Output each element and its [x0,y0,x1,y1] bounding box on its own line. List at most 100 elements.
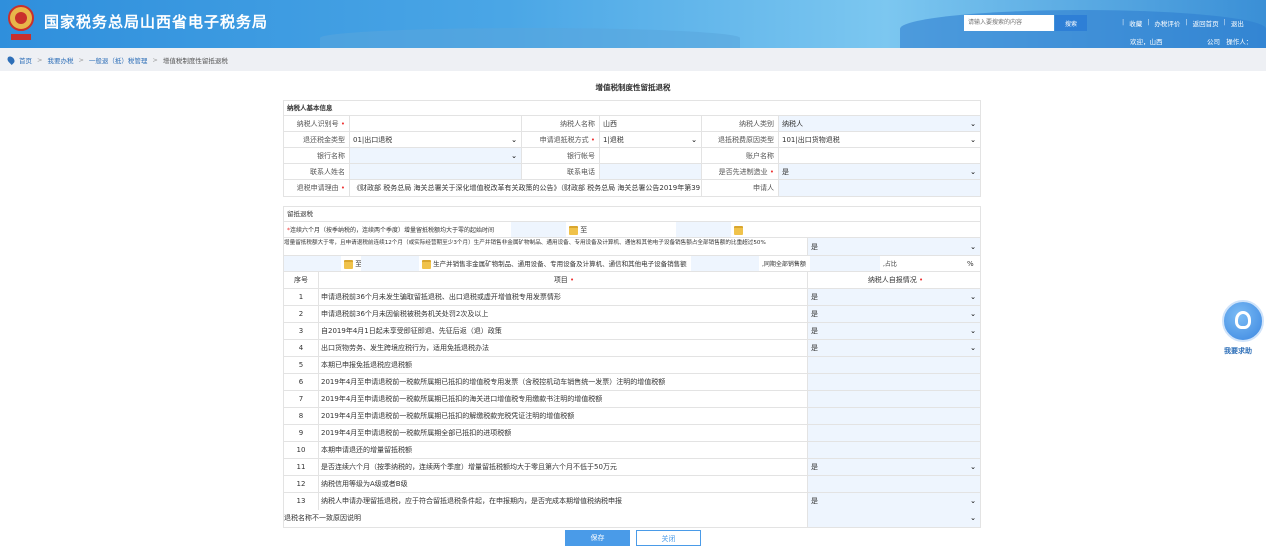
answer-select[interactable]: 是 ⌄ [808,340,980,356]
headset-icon [1235,311,1251,329]
row-item: 本期申请退还的增量留抵税额 [319,442,808,458]
row-number: 6 [284,374,319,390]
help-label[interactable]: 我要求助 [1224,346,1252,356]
table-row: 4 出口货物劳务、发生跨境应税行为，适用免抵退税办法 是 ⌄ [284,340,980,357]
calendar-icon[interactable] [344,259,353,269]
start-date-field[interactable] [511,222,566,237]
chevron-down-icon: ⌄ [970,310,976,318]
close-button[interactable]: 关闭 [636,530,701,546]
help-button[interactable] [1222,300,1264,342]
answer-field[interactable] [808,425,980,441]
answer-field[interactable] [808,357,980,373]
row-number: 7 [284,391,319,407]
refund-reason-field[interactable]: 《财政部 税务总局 海关总署关于深化增值税改革有关政策的公告》（财政部 税务总局… [350,180,702,196]
calendar-icon[interactable] [569,225,578,235]
bank-name-select[interactable]: ⌄ [350,148,522,163]
table-row: 8 2019年4月至申请退税前一税款所属期已抵扣的解缴税款完税凭证注明的增值税额 [284,408,980,425]
phone-field[interactable] [600,164,702,179]
answer-select[interactable]: 是 ⌄ [808,289,980,305]
table-row: 13 纳税人申请办理留抵退税，应于符合留抵退税条件起，在申报期内，是否完成本期增… [284,493,980,510]
chevron-down-icon: ⌄ [970,136,976,144]
answer-field[interactable] [808,391,980,407]
breadcrumb-current: 增值税制度性留抵退税 [162,56,228,65]
answer-select[interactable]: 是 ⌄ [808,323,980,339]
answer-select[interactable]: 是 ⌄ [808,459,980,475]
page-title: 增值税制度性留抵退税 [595,83,671,92]
sales-amount-field[interactable] [691,256,759,271]
table-row: 1 申请退税前36个月未发生骗取留抵退税、出口退税或虚开增值税专用发票情形 是 ⌄ [284,289,980,306]
applicant-field[interactable] [779,180,980,196]
calendar-icon[interactable] [734,225,743,235]
row-item: 申请退税前36个月未发生骗取留抵退税、出口退税或虚开增值税专用发票情形 [319,289,808,305]
answer-field[interactable] [808,476,980,492]
favorite-link[interactable]: 收藏 [1129,18,1142,28]
taxpayer-type-select[interactable]: 纳税人 ⌄ [779,116,980,131]
end-date-field[interactable] [676,222,731,237]
refund-source-select[interactable]: 101|出口货物退税 ⌄ [779,132,980,147]
chevron-down-icon: ⌄ [970,514,976,522]
row-number: 1 [284,289,319,305]
ratio-question: 增量留抵税额大于零，且申请退税前连续12个月（或实际经营期至少3个月）生产并销售… [284,238,808,255]
row-number: 2 [284,306,319,322]
period-start-field[interactable] [284,256,341,271]
answer-field[interactable] [808,442,980,458]
row-item: 2019年4月至申请退税前一税款所属期已抵扣的海关进口增值税专用缴款书注明的增值… [319,391,808,407]
table-row: 5 本期已申报免抵退税应退税额 [284,357,980,374]
row-item: 纳税人申请办理留抵退税，应于符合留抵退税条件起，在申报期内，是否完成本期增值税纳… [319,493,808,510]
location-pin-icon [6,54,16,65]
site-header: 国家税务总局山西省电子税务局 搜索 |收藏 |办税评价 |返回首页 |退出 欢迎… [0,0,1266,48]
row-number: 4 [284,340,319,356]
search-input[interactable] [964,15,1054,31]
bank-account-field[interactable] [600,148,702,163]
taxpayer-name-field[interactable]: 山西 [600,116,702,131]
company-text: 公司 操作人： [1207,38,1253,46]
logout-link[interactable]: 退出 [1231,18,1244,28]
save-button[interactable]: 保存 [565,530,630,546]
account-name-field[interactable] [779,148,980,163]
chevron-down-icon: ⌄ [970,497,976,505]
table-row: 9 2019年4月至申请退税前一税款所属期全部已抵扣的进项税额 [284,425,980,442]
search-button[interactable]: 搜索 [1055,15,1087,31]
chevron-down-icon: ⌄ [970,120,976,128]
mismatch-reason-select[interactable]: ⌄ [808,510,980,527]
breadcrumb-refund[interactable]: 一般退（抵）税管理 [89,55,148,65]
row-number: 5 [284,357,319,373]
answer-select[interactable]: 是 ⌄ [808,493,980,510]
chevron-down-icon: ⌄ [970,463,976,471]
table-row: 2 申请退税前36个月未因偷税被税务机关处罚2次及以上 是 ⌄ [284,306,980,323]
chevron-down-icon: ⌄ [970,344,976,352]
row-item: 本期已申报免抵退税应退税额 [319,357,808,373]
total-sales-field[interactable] [810,256,880,271]
refund-tax-type-select[interactable]: 01|出口退税 ⌄ [350,132,522,147]
advanced-mfg-select[interactable]: 是 ⌄ [779,164,980,179]
chevron-down-icon: ⌄ [691,136,697,144]
taxpayer-id-field[interactable] [350,116,522,131]
breadcrumb-tax[interactable]: 我要办税 [47,55,73,65]
site-title: 国家税务总局山西省电子税务局 [44,13,269,31]
chevron-down-icon: ⌄ [511,136,517,144]
apply-method-select[interactable]: 1|退税 ⌄ [600,132,702,147]
ratio-answer-select[interactable]: 是 ⌄ [808,238,980,255]
answer-select[interactable]: 是 ⌄ [808,306,980,322]
home-link[interactable]: 返回首页 [1193,18,1219,28]
row-item: 纳税信用等级为A级或者B级 [319,476,808,492]
table-row: 12 纳税信用等级为A级或者B级 [284,476,980,493]
calendar-icon[interactable] [422,259,431,269]
period-end-field[interactable] [361,256,419,271]
welcome-text: 欢迎，山西 [1130,38,1163,46]
tax-evaluation-link[interactable]: 办税评价 [1154,18,1180,28]
section-title: 纳税人基本信息 [284,101,980,116]
row-item: 2019年4月至申请退税前一税款所属期全部已抵扣的进项税额 [319,425,808,441]
answer-field[interactable] [808,374,980,390]
row-item: 自2019年4月1日起未享受即征即退、先征后返（退）政策 [319,323,808,339]
row-item: 申请退税前36个月未因偷税被税务机关处罚2次及以上 [319,306,808,322]
basic-info-section: 纳税人基本信息 纳税人识别号 • 纳税人名称 山西 纳税人类别 纳税人 ⌄ 退还税… [283,100,981,197]
row-item: 出口货物劳务、发生跨境应税行为，适用免抵退税办法 [319,340,808,356]
row-number: 8 [284,408,319,424]
answer-field[interactable] [808,408,980,424]
breadcrumb-home[interactable]: 首页 [19,55,32,65]
breadcrumb: 首页 > 我要办税 > 一般退（抵）税管理 > 增值税制度性留抵退税 [0,48,1266,71]
row-item: 2019年4月至申请退税前一税款所属期已抵扣的解缴税款完税凭证注明的增值税额 [319,408,808,424]
contact-name-field[interactable] [350,164,522,179]
row-number: 3 [284,323,319,339]
